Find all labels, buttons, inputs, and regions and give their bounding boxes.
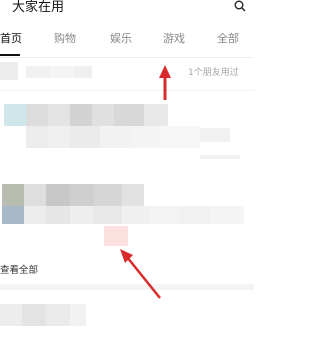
arrow-up-to-blurred-item: [120, 249, 161, 299]
friends-used-label: 1个朋友用过: [188, 68, 239, 78]
blurred-text: [22, 304, 46, 326]
blurred-text: [48, 104, 70, 126]
category-tabs: 首页 购物 娱乐 游戏 全部: [0, 26, 254, 56]
blurred-text: [70, 184, 94, 206]
app-icon[interactable]: [0, 304, 22, 326]
blurred-text: [104, 226, 128, 246]
blurred-text: [200, 155, 240, 159]
app-icon[interactable]: [0, 62, 18, 80]
blurred-text: [94, 184, 122, 206]
blurred-text: [130, 126, 160, 148]
blurred-text: [200, 128, 230, 142]
blurred-text: [26, 126, 48, 148]
active-tab-indicator: [0, 54, 20, 56]
blurred-text: [100, 126, 130, 148]
blurred-text: [180, 206, 210, 224]
blurred-text: [26, 66, 50, 78]
header-bar: 大家在用: [0, 0, 254, 22]
blurred-text: [46, 184, 70, 206]
blurred-text: [74, 66, 92, 78]
tab-shopping[interactable]: 购物: [54, 32, 76, 46]
section-divider: [0, 284, 254, 290]
blurred-text: [70, 304, 86, 326]
tab-entertainment[interactable]: 娱乐: [110, 32, 132, 46]
blurred-text: [70, 126, 100, 148]
blurred-text: [70, 206, 94, 224]
row-divider: [0, 90, 254, 91]
tab-all[interactable]: 全部: [217, 32, 239, 46]
blurred-text: [46, 206, 70, 224]
blurred-text: [46, 304, 70, 326]
tab-games[interactable]: 游戏: [163, 32, 185, 46]
page-title: 大家在用: [12, 0, 65, 15]
blurred-text: [114, 104, 144, 126]
see-all-link[interactable]: 查看全部: [0, 262, 38, 276]
blurred-text: [70, 104, 92, 126]
arrow-up-to-games-tab: [159, 65, 171, 100]
tab-home[interactable]: 首页: [0, 32, 22, 46]
blurred-text: [122, 206, 150, 224]
blurred-text: [48, 126, 70, 148]
tabs-divider: [0, 57, 254, 58]
blurred-text: [24, 184, 46, 206]
app-icon[interactable]: [2, 184, 24, 206]
app-icon[interactable]: [2, 206, 24, 224]
blurred-text: [24, 206, 46, 224]
blurred-text: [210, 206, 244, 224]
blurred-text: [150, 206, 180, 224]
app-icon[interactable]: [4, 104, 26, 126]
blurred-text: [160, 126, 200, 148]
search-icon[interactable]: [234, 0, 246, 12]
blurred-text: [50, 66, 74, 78]
blurred-text: [144, 104, 168, 126]
blurred-text: [26, 104, 48, 126]
blurred-text: [92, 104, 114, 126]
blurred-text: [122, 184, 144, 206]
blurred-text: [94, 206, 122, 224]
